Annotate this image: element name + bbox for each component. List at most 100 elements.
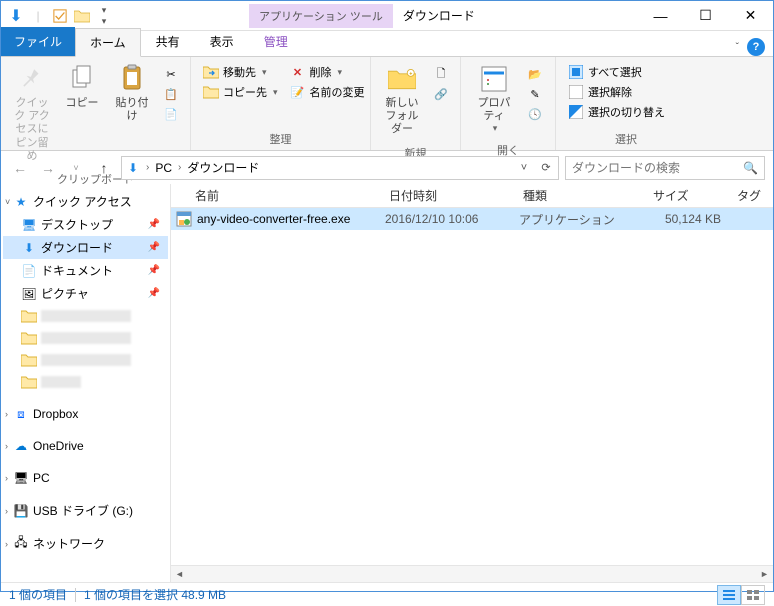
- pin-quickaccess-button[interactable]: クイック アクセスにピン留め: [7, 61, 57, 165]
- history-button[interactable]: 🕓: [525, 105, 545, 123]
- search-box[interactable]: 🔍: [565, 156, 765, 180]
- minimize-button[interactable]: —: [638, 2, 683, 30]
- moveto-label: 移動先: [223, 64, 256, 80]
- ribbon-expand-icon[interactable]: ˇ: [736, 42, 739, 53]
- scroll-left-icon[interactable]: ◄: [171, 566, 188, 583]
- breadcrumb-bar[interactable]: ⬇ › PC › ダウンロード ˅ ⟳: [121, 156, 559, 180]
- ribbon-tabs: ファイル ホーム 共有 表示 管理 ˇ ?: [1, 31, 773, 57]
- paste-shortcut-button[interactable]: 📄: [161, 105, 181, 123]
- tab-manage[interactable]: 管理: [249, 27, 303, 56]
- nav-label: Dropbox: [33, 407, 78, 421]
- view-icons-button[interactable]: [741, 585, 765, 605]
- folder-icon: [21, 374, 37, 390]
- shortcut-icon: 📄: [163, 106, 179, 122]
- open-button[interactable]: 📂: [525, 65, 545, 83]
- copy-button[interactable]: コピー: [57, 61, 107, 112]
- nav-onedrive[interactable]: ›☁OneDrive: [3, 435, 168, 457]
- expand-icon[interactable]: ›: [5, 539, 8, 549]
- file-date: 2016/12/10 10:06: [385, 212, 519, 226]
- easy-access-button[interactable]: 🔗: [431, 85, 451, 103]
- select-none-button[interactable]: 選択解除: [566, 83, 667, 101]
- col-name[interactable]: 名前: [171, 187, 381, 204]
- search-icon[interactable]: 🔍: [743, 161, 758, 175]
- group-clipboard: クイック アクセスにピン留め コピー 貼り付け ✂ 📋 📄 クリップボード: [1, 57, 191, 150]
- invert-selection-button[interactable]: 選択の切り替え: [566, 103, 667, 121]
- ribbon: クイック アクセスにピン留め コピー 貼り付け ✂ 📋 📄 クリップボード 移動…: [1, 57, 773, 151]
- tab-file[interactable]: ファイル: [1, 27, 75, 56]
- nav-dropbox[interactable]: ›⧈Dropbox: [3, 403, 168, 425]
- nav-downloads[interactable]: ⬇ダウンロード📌: [3, 236, 168, 259]
- crumb-downloads[interactable]: ダウンロード: [185, 159, 261, 176]
- new-folder-button[interactable]: ✦ 新しいフォルダー: [377, 61, 427, 139]
- back-button[interactable]: ←: [9, 157, 31, 179]
- address-dropdown[interactable]: ˅: [514, 158, 534, 178]
- moveto-button[interactable]: 移動先▾: [201, 63, 280, 81]
- copyto-button[interactable]: コピー先▾: [201, 83, 280, 101]
- moveto-icon: [203, 64, 219, 80]
- view-details-button[interactable]: [717, 585, 741, 605]
- nav-blurred-4[interactable]: [3, 371, 168, 393]
- tab-home[interactable]: ホーム: [75, 28, 141, 57]
- col-type[interactable]: 種類: [515, 187, 645, 204]
- paste-button[interactable]: 貼り付け: [107, 61, 157, 125]
- nav-label: PC: [33, 471, 50, 485]
- location-down-icon[interactable]: ⬇: [124, 159, 142, 177]
- nav-network[interactable]: ›🖧ネットワーク: [3, 532, 168, 555]
- nav-blurred-1[interactable]: [3, 305, 168, 327]
- paste-label: 貼り付け: [113, 97, 151, 123]
- expand-icon[interactable]: ›: [5, 409, 8, 419]
- edit-button[interactable]: ✎: [525, 85, 545, 103]
- select-none-label: 選択解除: [588, 84, 632, 100]
- expand-icon[interactable]: ˅: [5, 197, 10, 207]
- forward-button[interactable]: →: [37, 157, 59, 179]
- down-arrow-icon[interactable]: ⬇: [7, 7, 25, 25]
- refresh-button[interactable]: ⟳: [536, 158, 556, 178]
- up-button[interactable]: ↑: [93, 157, 115, 179]
- col-tag[interactable]: タグ: [729, 187, 773, 204]
- crumb-sep-icon[interactable]: ›: [176, 162, 183, 173]
- new-item-button[interactable]: 🗋: [431, 65, 451, 83]
- col-date[interactable]: 日付時刻: [381, 187, 515, 204]
- nav-pc[interactable]: ›🖥PC: [3, 467, 168, 489]
- delete-button[interactable]: ✕削除▾: [288, 63, 367, 81]
- main-area: ˅★クイック アクセス 🖥デスクトップ📌 ⬇ダウンロード📌 📄ドキュメント📌 🖼…: [1, 184, 773, 582]
- nav-blurred-3[interactable]: [3, 349, 168, 371]
- properties-button[interactable]: プロパティ ▾: [467, 61, 521, 136]
- tab-view[interactable]: 表示: [195, 27, 249, 56]
- nav-quickaccess[interactable]: ˅★クイック アクセス: [3, 190, 168, 213]
- item-count: 1 個の項目: [9, 586, 67, 603]
- copy-path-button[interactable]: 📋: [161, 85, 181, 103]
- qat-dropdown-icon[interactable]: ▾▾: [95, 7, 113, 25]
- close-button[interactable]: ✕: [728, 2, 773, 30]
- expand-icon[interactable]: ›: [5, 473, 8, 483]
- nav-documents[interactable]: 📄ドキュメント📌: [3, 259, 168, 282]
- rename-button[interactable]: 📝名前の変更: [288, 83, 367, 101]
- cut-button[interactable]: ✂: [161, 65, 181, 83]
- invert-label: 選択の切り替え: [588, 104, 665, 120]
- history-icon: 🕓: [527, 106, 543, 122]
- select-all-button[interactable]: すべて選択: [566, 63, 667, 81]
- nav-blurred-2[interactable]: [3, 327, 168, 349]
- crumb-pc[interactable]: PC: [153, 161, 174, 175]
- col-size[interactable]: サイズ: [645, 187, 729, 204]
- copyto-label: コピー先: [223, 84, 267, 100]
- path-icon: 📋: [163, 86, 179, 102]
- crumb-sep-icon[interactable]: ›: [144, 162, 151, 173]
- file-row[interactable]: any-video-converter-free.exe 2016/12/10 …: [171, 208, 773, 230]
- scroll-right-icon[interactable]: ►: [756, 566, 773, 583]
- nav-usb[interactable]: ›💾USB ドライブ (G:): [3, 499, 168, 522]
- maximize-button[interactable]: ☐: [683, 2, 728, 30]
- desktop-icon: 🖥: [21, 217, 37, 233]
- expand-icon[interactable]: ›: [5, 441, 8, 451]
- nav-pictures[interactable]: 🖼ピクチャ📌: [3, 282, 168, 305]
- search-input[interactable]: [572, 161, 743, 175]
- checkbox-icon[interactable]: [51, 7, 69, 25]
- help-icon[interactable]: ?: [747, 38, 765, 56]
- recent-dropdown[interactable]: ˅: [65, 157, 87, 179]
- navigation-pane: ˅★クイック アクセス 🖥デスクトップ📌 ⬇ダウンロード📌 📄ドキュメント📌 🖼…: [1, 184, 171, 582]
- folder-qat-icon[interactable]: [73, 7, 91, 25]
- horizontal-scrollbar[interactable]: ◄ ►: [171, 565, 773, 582]
- nav-desktop[interactable]: 🖥デスクトップ📌: [3, 213, 168, 236]
- expand-icon[interactable]: ›: [5, 506, 8, 516]
- tab-share[interactable]: 共有: [141, 27, 195, 56]
